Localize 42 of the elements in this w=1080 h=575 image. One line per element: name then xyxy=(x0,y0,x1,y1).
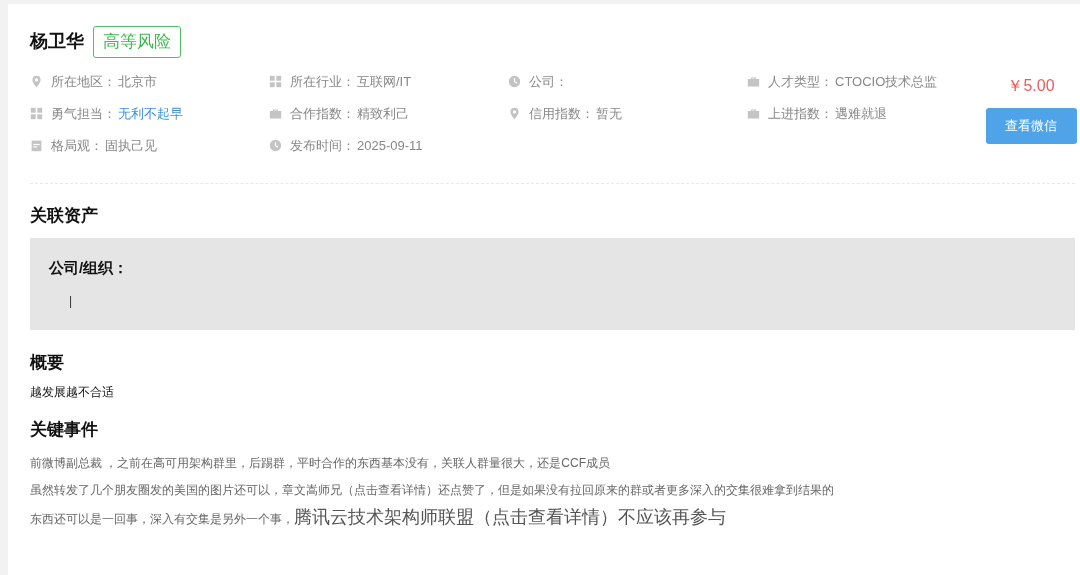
info-value: 遇难就退 xyxy=(835,104,887,123)
calendar-icon xyxy=(30,139,43,152)
info-label: 格局观： xyxy=(51,136,103,155)
asset-value: | xyxy=(69,292,74,310)
briefcase-icon xyxy=(747,107,760,120)
info-value: 北京市 xyxy=(118,72,157,91)
section-title: 关键事件 xyxy=(30,418,99,441)
info-value: 互联网/IT xyxy=(357,72,412,91)
grid-icon xyxy=(30,107,43,120)
summary-text: 越发展越不合适 xyxy=(30,383,115,401)
risk-badge: 高等风险 xyxy=(93,26,181,58)
info-value: 暂无 xyxy=(596,104,622,123)
info-label: 信用指数： xyxy=(529,104,594,123)
location-pin-icon xyxy=(30,75,43,88)
info-label: 公司： xyxy=(529,72,568,91)
info-value: 2025-09-11 xyxy=(357,136,423,155)
info-label: 人才类型： xyxy=(768,72,833,91)
event-line: 东西还可以是一回事，深入有交集是另外一个事，腾讯云技术架构师联盟（点击查看详情）不应该再参与 xyxy=(30,506,727,529)
info-value: CTOCIO技术总监 xyxy=(835,72,938,91)
clock-icon xyxy=(269,139,282,152)
info-label: 勇气担当： xyxy=(51,104,116,123)
person-name: 杨卫华 xyxy=(30,30,84,54)
info-label: 上进指数： xyxy=(768,104,833,123)
event-line: 前微博副总裁 ，之前在高可用架构群里，后踢群，平时合作的东西基本没有，关联人群量很大，还是CCF成员 xyxy=(30,455,611,472)
clock-icon xyxy=(508,75,521,88)
price: ￥5.00 xyxy=(1007,75,1055,96)
view-wechat-button[interactable]: 查看微信 xyxy=(985,107,1077,144)
event-line: 虽然转发了几个朋友圈发的美国的图片还可以，章文嵩师兄（点击查看详情）还点赞了，但是如果没有拉回原来的群或者更多深入的交集很难拿到结果的 xyxy=(30,482,835,499)
info-label: 发布时间： xyxy=(290,136,355,155)
section-title: 关联资产 xyxy=(30,204,99,227)
grid-icon xyxy=(269,75,282,88)
briefcase-icon xyxy=(747,75,760,88)
asset-label: 公司/组织： xyxy=(49,258,130,278)
location-pin-icon xyxy=(508,107,521,120)
info-label: 所在行业： xyxy=(290,72,355,91)
info-link[interactable]: 无利不起早 xyxy=(118,103,183,124)
briefcase-icon xyxy=(269,107,282,120)
info-value: 固执己见 xyxy=(105,136,157,155)
section-title: 概要 xyxy=(30,352,65,374)
info-label: 合作指数： xyxy=(290,104,355,123)
info-label: 所在地区： xyxy=(51,72,116,91)
info-value: 精致利己 xyxy=(357,104,409,123)
